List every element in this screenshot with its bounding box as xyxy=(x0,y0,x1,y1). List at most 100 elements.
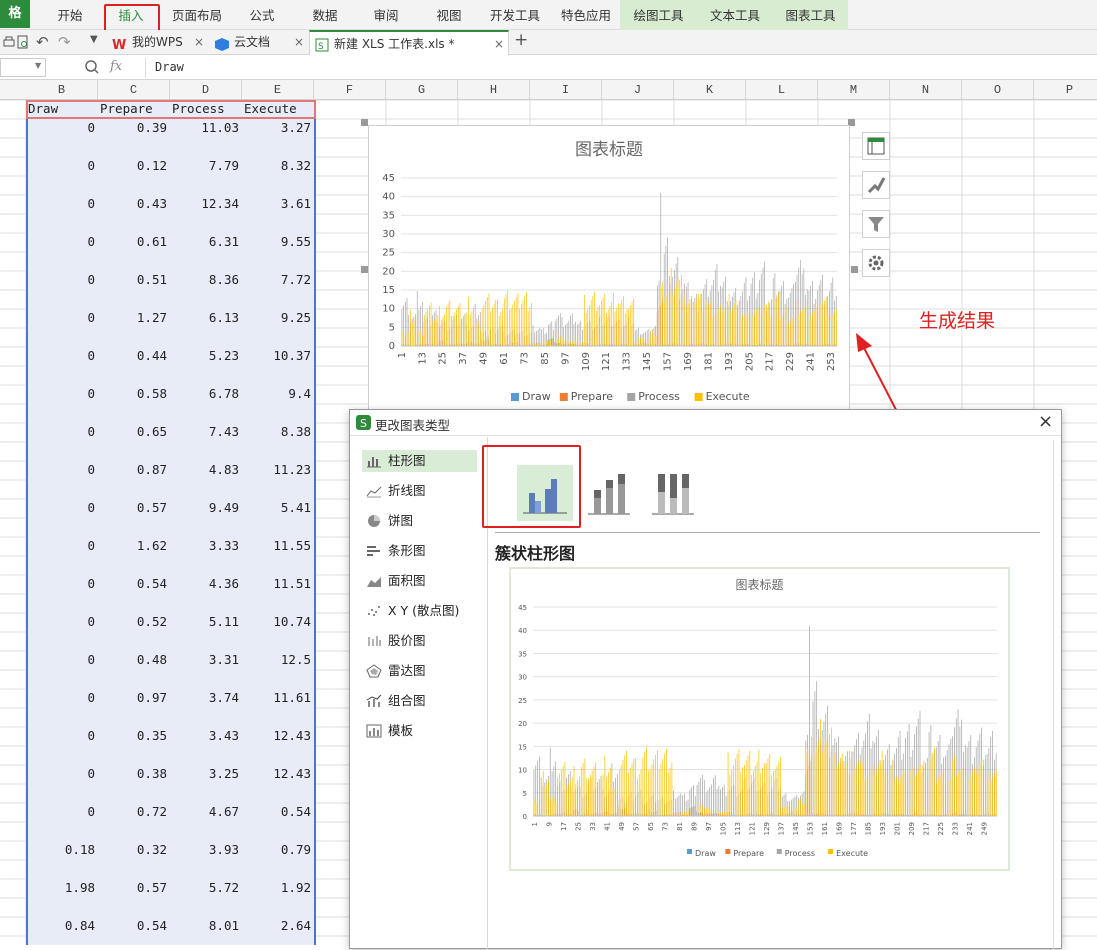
close-icon[interactable]: × xyxy=(194,30,204,54)
tab-special[interactable]: 特色应用 xyxy=(557,0,615,30)
table-cell[interactable]: 3.27 xyxy=(242,118,314,137)
table-cell[interactable]: 0.32 xyxy=(98,840,170,859)
table-cell[interactable]: 0.18 xyxy=(26,840,98,859)
table-cell[interactable]: 0.57 xyxy=(98,498,170,517)
table-header-cell[interactable]: Process xyxy=(170,100,242,118)
resize-handle[interactable] xyxy=(361,119,368,126)
table-cell[interactable]: 3.93 xyxy=(170,840,242,859)
table-cell[interactable]: 3.33 xyxy=(170,536,242,555)
table-cell[interactable]: 9.25 xyxy=(242,308,314,327)
chart-type-area[interactable]: 面积图 xyxy=(362,570,477,592)
tab-page-layout[interactable]: 页面布局 xyxy=(168,0,226,30)
table-cell[interactable]: 0 xyxy=(26,118,98,137)
table-cell[interactable]: 0.79 xyxy=(242,840,314,859)
table-cell[interactable]: 6.13 xyxy=(170,308,242,327)
column-header[interactable]: I xyxy=(530,80,602,100)
chart-settings-button[interactable] xyxy=(862,249,890,277)
chart-type-template[interactable]: 模板 xyxy=(362,720,477,742)
chart-type-column[interactable]: 柱形图 xyxy=(362,450,477,472)
table-cell[interactable]: 11.61 xyxy=(242,688,314,707)
table-cell[interactable]: 0.54 xyxy=(242,802,314,821)
column-header[interactable]: P xyxy=(1034,80,1097,100)
tab-formulas[interactable]: 公式 xyxy=(242,0,282,30)
table-cell[interactable]: 0.87 xyxy=(98,460,170,479)
table-cell[interactable]: 0.84 xyxy=(26,916,98,935)
column-header[interactable]: B xyxy=(26,80,98,100)
chart-elements-button[interactable] xyxy=(862,132,890,160)
table-cell[interactable]: 0 xyxy=(26,726,98,745)
table-cell[interactable]: 1.62 xyxy=(98,536,170,555)
column-header[interactable]: N xyxy=(890,80,962,100)
table-cell[interactable]: 0.57 xyxy=(98,878,170,897)
column-header[interactable]: G xyxy=(386,80,458,100)
table-cell[interactable]: 0.43 xyxy=(98,194,170,213)
table-cell[interactable]: 0.65 xyxy=(98,422,170,441)
tab-review[interactable]: 审阅 xyxy=(365,0,407,30)
table-cell[interactable]: 3.61 xyxy=(242,194,314,213)
table-cell[interactable]: 3.74 xyxy=(170,688,242,707)
tab-start[interactable]: 开始 xyxy=(50,0,90,30)
chart-type-bar[interactable]: 条形图 xyxy=(362,540,477,562)
table-cell[interactable]: 0 xyxy=(26,384,98,403)
chevron-down-icon[interactable]: ▼ xyxy=(35,61,41,70)
chart-type-scatter[interactable]: X Y (散点图) xyxy=(362,600,477,622)
table-cell[interactable]: 0.72 xyxy=(98,802,170,821)
column-header[interactable]: E xyxy=(242,80,314,100)
table-cell[interactable]: 12.43 xyxy=(242,726,314,745)
table-cell[interactable]: 9.4 xyxy=(242,384,314,403)
table-header-cell[interactable]: Draw xyxy=(26,100,98,118)
table-cell[interactable]: 5.11 xyxy=(170,612,242,631)
table-cell[interactable]: 0.39 xyxy=(98,118,170,137)
table-cell[interactable]: 11.51 xyxy=(242,574,314,593)
doc-tab-my-wps[interactable]: W 我的WPS × xyxy=(108,30,208,55)
table-cell[interactable]: 5.41 xyxy=(242,498,314,517)
subtype-stacked-column[interactable] xyxy=(586,468,632,518)
table-cell[interactable]: 7.43 xyxy=(170,422,242,441)
table-cell[interactable]: 5.72 xyxy=(170,878,242,897)
table-cell[interactable]: 0 xyxy=(26,270,98,289)
table-cell[interactable]: 0 xyxy=(26,802,98,821)
table-cell[interactable]: 0.51 xyxy=(98,270,170,289)
table-cell[interactable]: 4.36 xyxy=(170,574,242,593)
tab-drawing-tools[interactable]: 绘图工具 xyxy=(620,0,697,30)
table-cell[interactable]: 11.55 xyxy=(242,536,314,555)
resize-handle[interactable] xyxy=(361,266,368,273)
table-cell[interactable]: 12.5 xyxy=(242,650,314,669)
chart-style-button[interactable] xyxy=(862,171,890,199)
table-cell[interactable]: 1.98 xyxy=(26,878,98,897)
table-cell[interactable]: 2.64 xyxy=(242,916,314,935)
chart-filter-button[interactable] xyxy=(862,210,890,238)
table-cell[interactable]: 11.03 xyxy=(170,118,242,137)
table-cell[interactable]: 0 xyxy=(26,688,98,707)
column-header[interactable]: H xyxy=(458,80,530,100)
table-cell[interactable]: 3.25 xyxy=(170,764,242,783)
table-cell[interactable]: 12.34 xyxy=(170,194,242,213)
table-cell[interactable]: 0 xyxy=(26,498,98,517)
column-header[interactable]: F xyxy=(314,80,386,100)
table-cell[interactable]: 1.92 xyxy=(242,878,314,897)
tab-developer[interactable]: 开发工具 xyxy=(486,0,544,30)
table-cell[interactable]: 8.36 xyxy=(170,270,242,289)
column-header[interactable]: O xyxy=(962,80,1034,100)
close-icon[interactable]: × xyxy=(494,32,504,56)
chart-type-pie[interactable]: 饼图 xyxy=(362,510,477,532)
table-cell[interactable]: 8.32 xyxy=(242,156,314,175)
table-cell[interactable]: 4.83 xyxy=(170,460,242,479)
tab-data[interactable]: 数据 xyxy=(304,0,346,30)
function-icon[interactable]: fx xyxy=(110,59,122,74)
table-cell[interactable]: 0 xyxy=(26,650,98,669)
table-cell[interactable]: 7.72 xyxy=(242,270,314,289)
table-cell[interactable]: 3.31 xyxy=(170,650,242,669)
redo-icon[interactable]: ↷ xyxy=(58,33,71,51)
tab-chart-tools[interactable]: 图表工具 xyxy=(773,0,848,30)
chart-type-radar[interactable]: 雷达图 xyxy=(362,660,477,682)
table-cell[interactable]: 5.23 xyxy=(170,346,242,365)
table-cell[interactable]: 6.31 xyxy=(170,232,242,251)
table-cell[interactable]: 10.37 xyxy=(242,346,314,365)
table-cell[interactable]: 0 xyxy=(26,536,98,555)
quick-access-dropdown-icon[interactable]: ▼ xyxy=(90,34,98,45)
table-cell[interactable]: 0 xyxy=(26,574,98,593)
table-cell[interactable]: 0 xyxy=(26,422,98,441)
add-tab-icon[interactable]: + xyxy=(514,30,528,50)
chart-type-line[interactable]: 折线图 xyxy=(362,480,477,502)
